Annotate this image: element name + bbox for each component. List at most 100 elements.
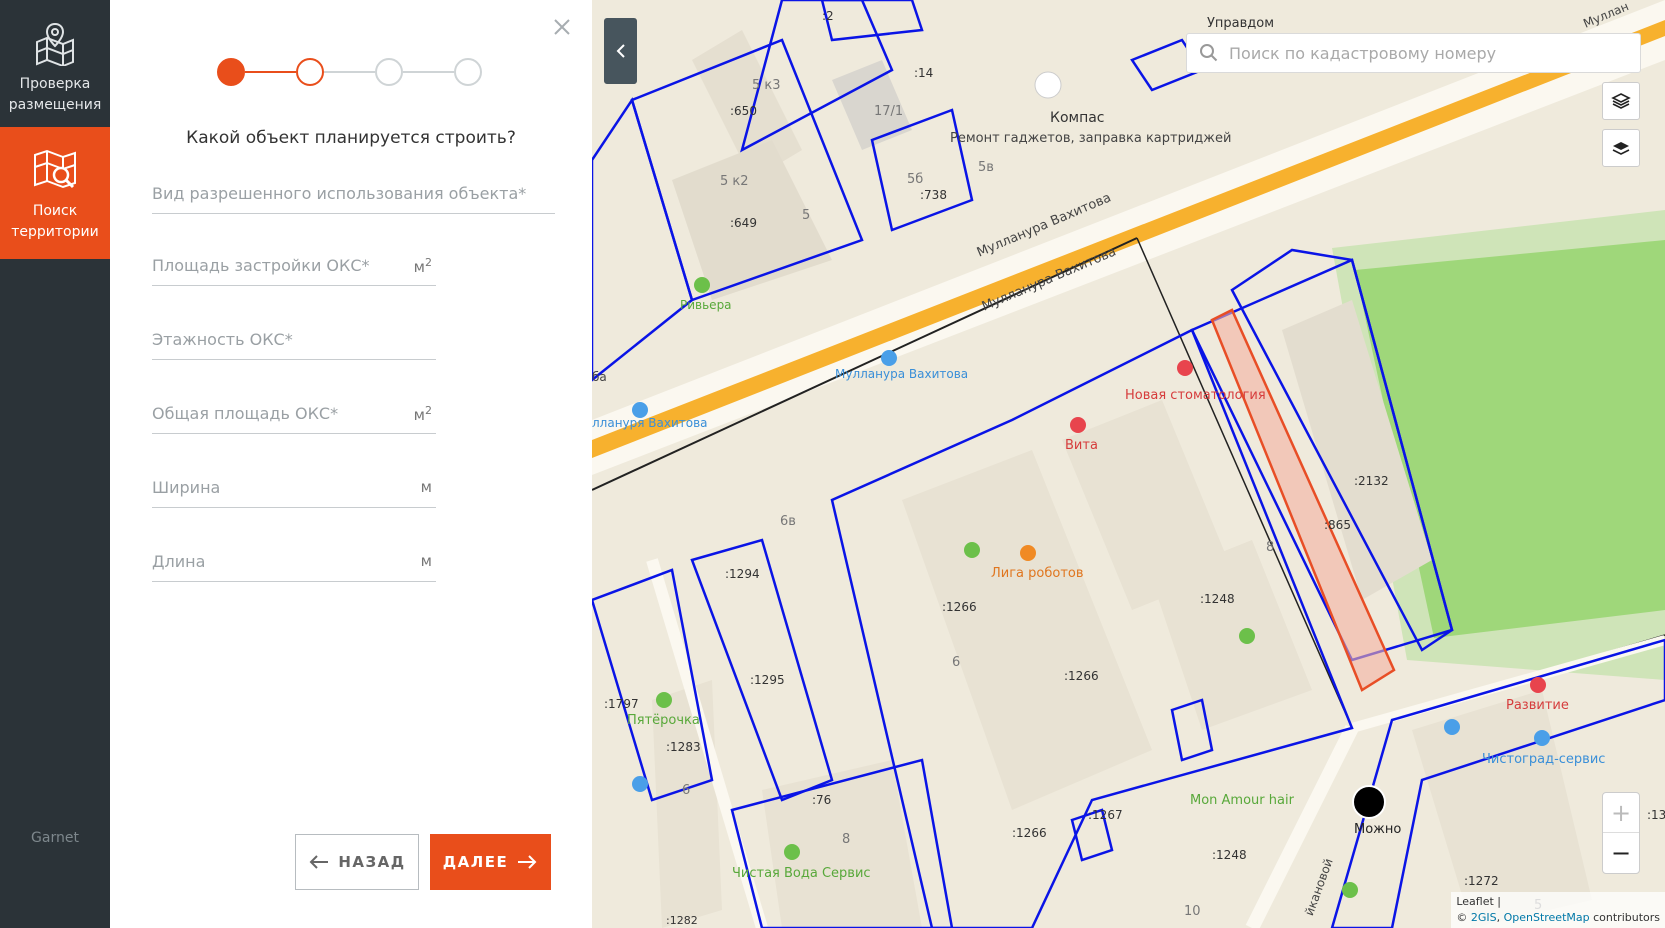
step-connector xyxy=(245,71,296,73)
poi-marker[interactable] xyxy=(1534,730,1550,746)
map-search-icon xyxy=(34,149,76,189)
house-number: 6 xyxy=(682,783,691,798)
osm-link[interactable]: OpenStreetMap xyxy=(1504,911,1590,924)
sidebar-item-label: Проверка размещения xyxy=(8,76,102,113)
poi-marker[interactable] xyxy=(694,277,710,293)
step-indicator xyxy=(217,58,482,88)
poi-marker[interactable] xyxy=(1530,677,1546,693)
stop-label: Мулланура Вахитова xyxy=(835,367,969,381)
poi-marker[interactable] xyxy=(1352,785,1386,819)
attribution-separator: | xyxy=(1493,895,1501,908)
poi-label: Чистоград-сервис xyxy=(1482,752,1606,767)
poi-marker[interactable] xyxy=(1239,628,1255,644)
2gis-link[interactable]: 2GIS xyxy=(1471,911,1497,924)
poi-label: Компас xyxy=(1050,110,1105,126)
chevron-left-icon xyxy=(616,44,625,58)
zoom-out-button[interactable]: − xyxy=(1603,833,1639,873)
base-layers-button[interactable] xyxy=(1602,129,1640,167)
building-area-input[interactable] xyxy=(152,246,392,284)
poi-label: Развитие xyxy=(1506,698,1569,713)
poi-description: Ремонт гаджетов, заправка картриджей xyxy=(950,131,1232,146)
total-area-field: м2 xyxy=(152,394,436,434)
poi-marker[interactable] xyxy=(1444,719,1460,735)
floors-field xyxy=(152,320,436,360)
building-area-field: м2 xyxy=(152,246,436,286)
parcel-label: :1267 xyxy=(1088,808,1123,822)
poi-marker[interactable] xyxy=(1020,545,1036,561)
next-button[interactable]: ДАЛЕЕ xyxy=(430,834,551,890)
poi-label: Чистая Вода Сервис xyxy=(732,866,871,881)
poi-marker[interactable] xyxy=(1070,417,1086,433)
parcel-label: :1248 xyxy=(1200,592,1235,606)
total-area-input[interactable] xyxy=(152,394,392,432)
sidebar-item-placement-check[interactable]: Проверка размещения xyxy=(0,0,110,132)
poi-marker[interactable] xyxy=(1342,882,1358,898)
close-icon[interactable] xyxy=(549,14,575,40)
app: Проверка размещения Поиск территории Gar… xyxy=(0,0,1665,928)
house-number: 17/1 xyxy=(874,104,904,119)
sidebar-item-territory-search[interactable]: Поиск территории xyxy=(0,127,110,259)
width-field: м xyxy=(152,468,436,508)
poi-marker[interactable] xyxy=(632,776,648,792)
unit-label: м2 xyxy=(413,256,432,276)
leaflet-link[interactable]: Leaflet xyxy=(1456,895,1493,908)
floors-input[interactable] xyxy=(152,320,436,358)
back-button[interactable]: НАЗАД xyxy=(295,834,419,890)
parcel-label: :649 xyxy=(730,216,757,230)
width-input[interactable] xyxy=(152,468,392,506)
parcel-label: :76 xyxy=(812,793,832,807)
street xyxy=(1245,724,1359,928)
house-number: 8 xyxy=(1266,540,1275,555)
map-pin-grid-icon xyxy=(36,22,74,66)
poi-marker[interactable] xyxy=(784,844,800,860)
parcel-label: :1294 xyxy=(725,567,760,581)
parcel-label: :738 xyxy=(920,188,947,202)
usage-type-input[interactable] xyxy=(152,174,555,212)
house-number: 8 xyxy=(842,832,851,847)
poi-label: Пятёрочка xyxy=(627,713,700,728)
poi-label: Можно xyxy=(1354,822,1402,837)
parcel-label: :1272 xyxy=(1464,874,1499,888)
unit-label: м2 xyxy=(413,404,432,424)
house-number: 6 xyxy=(952,655,961,670)
house-number: 5 к3 xyxy=(752,78,781,93)
poi-marker[interactable] xyxy=(1177,360,1193,376)
parcel-label: :1283 xyxy=(666,740,701,754)
poi-marker[interactable] xyxy=(881,350,897,366)
back-button-label: НАЗАД xyxy=(338,853,406,871)
poi-marker[interactable] xyxy=(1034,71,1062,99)
length-field: м xyxy=(152,542,436,582)
unit-label: м xyxy=(420,552,432,570)
parcel-label: :650 xyxy=(730,104,757,118)
poi-marker[interactable] xyxy=(964,542,980,558)
poi-label: Вита xyxy=(1065,438,1098,453)
poi-label: Лига роботов xyxy=(991,566,1084,581)
step-4 xyxy=(454,58,482,86)
parcel-label: :1282 xyxy=(666,914,698,927)
layers-icon xyxy=(1611,93,1631,109)
collapse-panel-button[interactable] xyxy=(604,18,637,84)
parcel-label: :1266 xyxy=(1012,826,1047,840)
poi-marker[interactable] xyxy=(656,692,672,708)
zoom-control: + − xyxy=(1602,792,1640,874)
usage-type-field xyxy=(152,174,555,214)
attribution-comma: , xyxy=(1496,911,1504,924)
step-1-complete xyxy=(217,58,245,86)
parcel-label: :2132 xyxy=(1354,474,1389,488)
layers-button[interactable] xyxy=(1602,82,1640,120)
cadastral-search xyxy=(1186,33,1641,73)
next-button-label: ДАЛЕЕ xyxy=(442,853,509,871)
zoom-in-button[interactable]: + xyxy=(1603,793,1639,833)
house-number: 5 xyxy=(802,208,811,223)
parcel-label: :1266 xyxy=(1064,669,1099,683)
attribution-copyright: © xyxy=(1456,911,1471,924)
map-view[interactable]: Управдом Компас Ремонт гаджетов, заправк… xyxy=(592,0,1665,928)
house-number: 5 к2 xyxy=(720,174,749,189)
house-number: 5в xyxy=(978,160,994,175)
length-input[interactable] xyxy=(152,542,392,580)
sidebar: Проверка размещения Поиск территории Gar… xyxy=(0,0,110,928)
cadastral-search-input[interactable] xyxy=(1229,43,1609,63)
step-connector xyxy=(324,71,375,73)
layers-icon xyxy=(1612,142,1630,155)
house-number: 10 xyxy=(1184,904,1201,919)
